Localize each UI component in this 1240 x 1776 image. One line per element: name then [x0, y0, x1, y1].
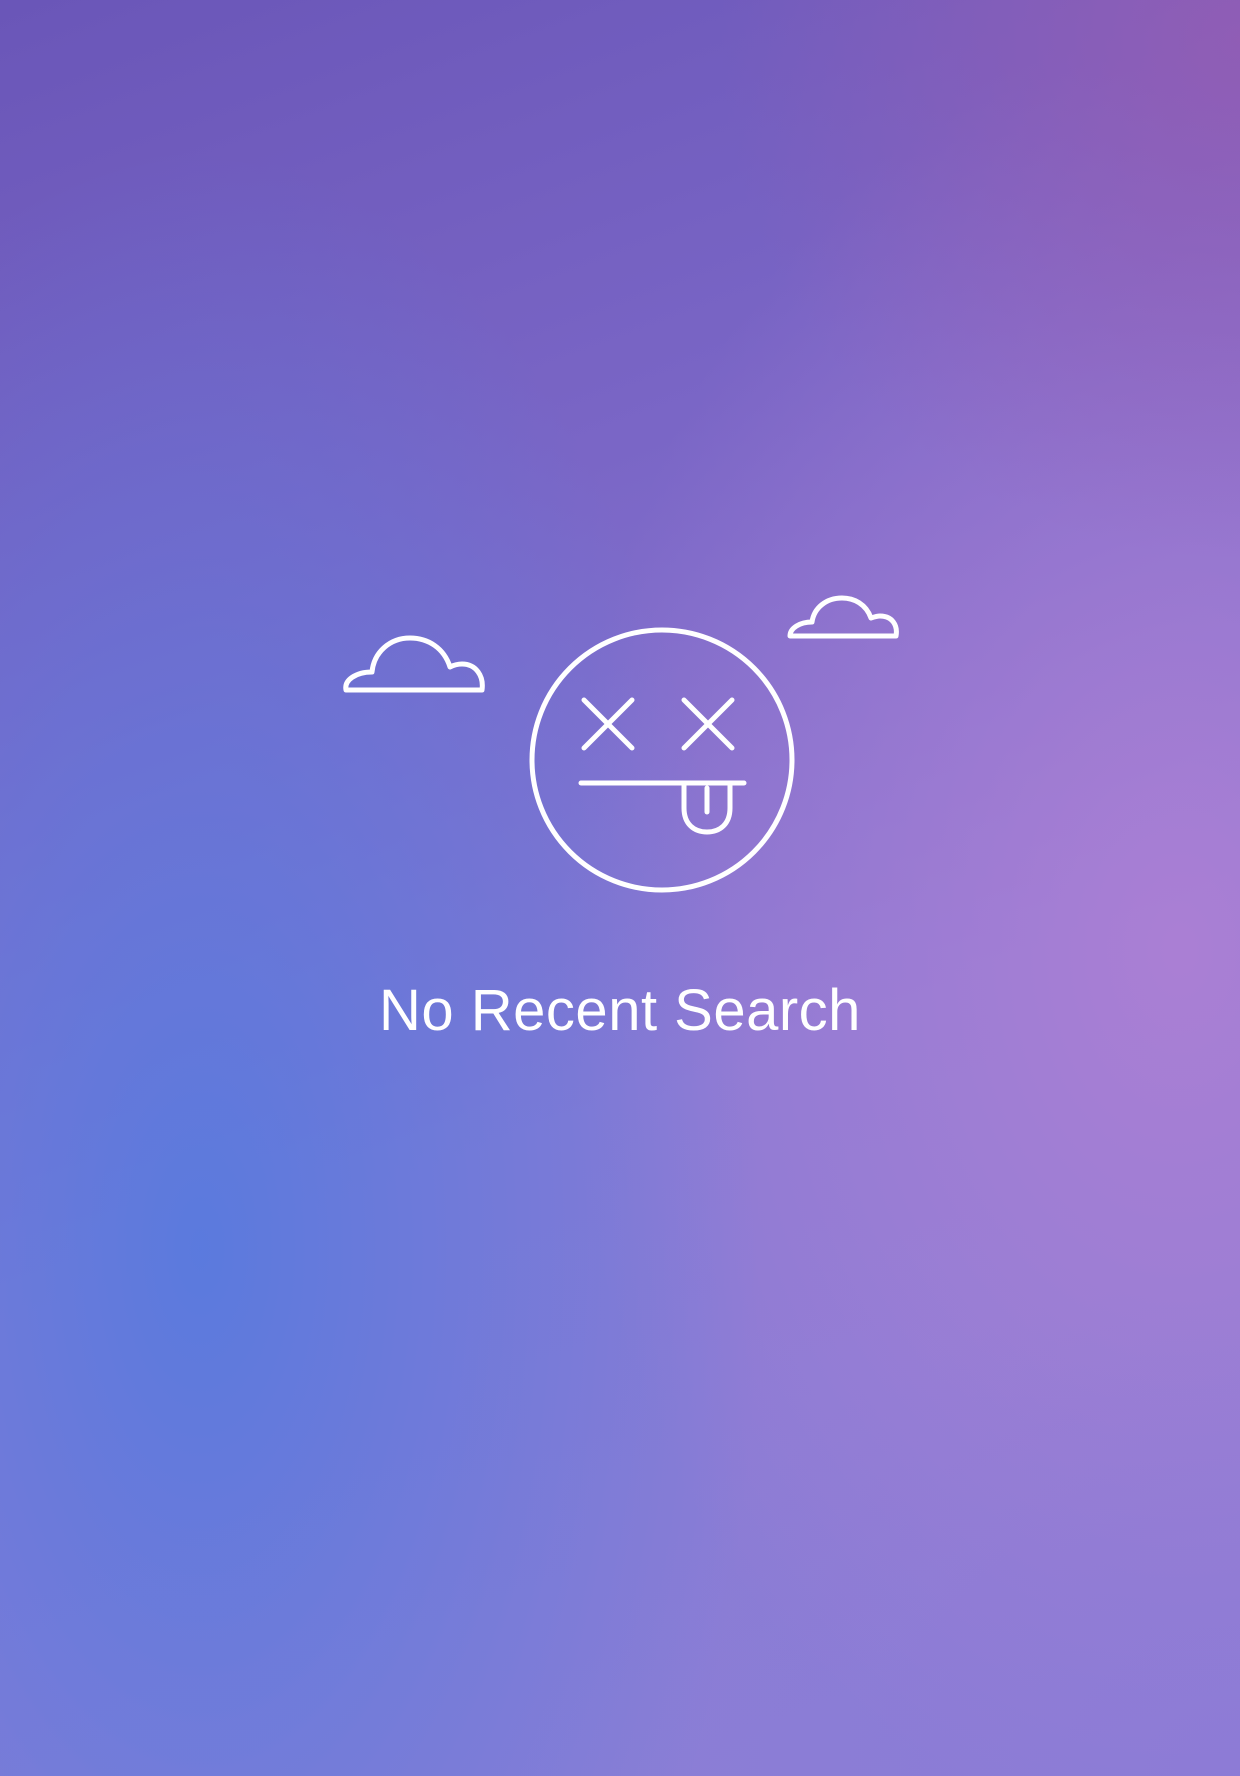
empty-state-message: No Recent Search	[379, 978, 861, 1043]
cloud-icon	[343, 635, 485, 693]
dizzy-face-tongue-icon	[529, 627, 795, 893]
cloud-icon	[787, 595, 899, 639]
empty-search-screen: No Recent Search	[0, 0, 1240, 1776]
empty-state-illustration	[330, 580, 910, 900]
